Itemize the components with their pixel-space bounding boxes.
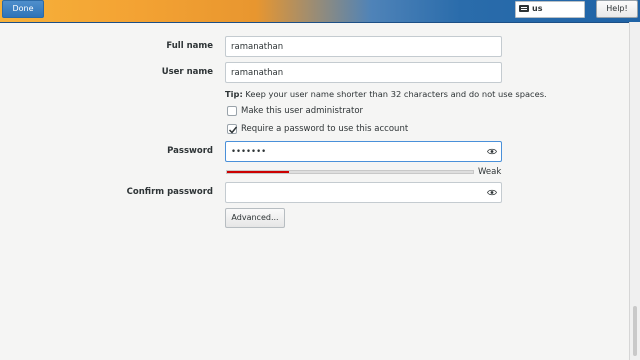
show-password-icon[interactable] [487,147,497,156]
tip-text: Keep your user name shorter than 32 char… [245,89,547,99]
password-field[interactable]: ••••••• [225,141,502,162]
password-strength-fill [227,171,289,173]
checkmark-icon [228,126,238,134]
password-strength-bar [226,170,474,174]
advanced-button[interactable]: Advanced... [225,208,285,228]
require-password-checkbox-label: Require a password to use this account [241,124,409,134]
scrollbar[interactable] [629,22,640,360]
done-button[interactable]: Done [2,0,44,18]
username-tip: Tip: Keep your user name shorter than 32… [225,89,547,99]
keyboard-layout-indicator[interactable]: us [515,1,585,18]
admin-checkbox[interactable] [227,106,237,116]
confirm-password-field[interactable] [225,182,502,203]
admin-checkbox-label: Make this user administrator [241,106,364,116]
full-name-value: ramanathan [231,42,284,52]
keyboard-layout-text: us [532,4,543,13]
password-label: Password [167,146,213,156]
confirm-password-label: Confirm password [126,187,213,197]
scrollbar-thumb[interactable] [633,306,637,356]
tip-prefix: Tip: [225,89,243,99]
user-name-value: ramanathan [231,68,284,78]
keyboard-icon [519,5,529,12]
password-strength-label: Weak [478,167,502,177]
help-button[interactable]: Help! [596,0,638,18]
user-name-field[interactable]: ramanathan [225,62,502,83]
full-name-field[interactable]: ramanathan [225,36,502,57]
password-value: ••••••• [231,147,267,157]
user-name-label: User name [161,67,213,77]
require-password-checkbox[interactable] [227,124,238,134]
show-confirm-password-icon[interactable] [487,188,497,197]
full-name-label: Full name [166,41,213,51]
